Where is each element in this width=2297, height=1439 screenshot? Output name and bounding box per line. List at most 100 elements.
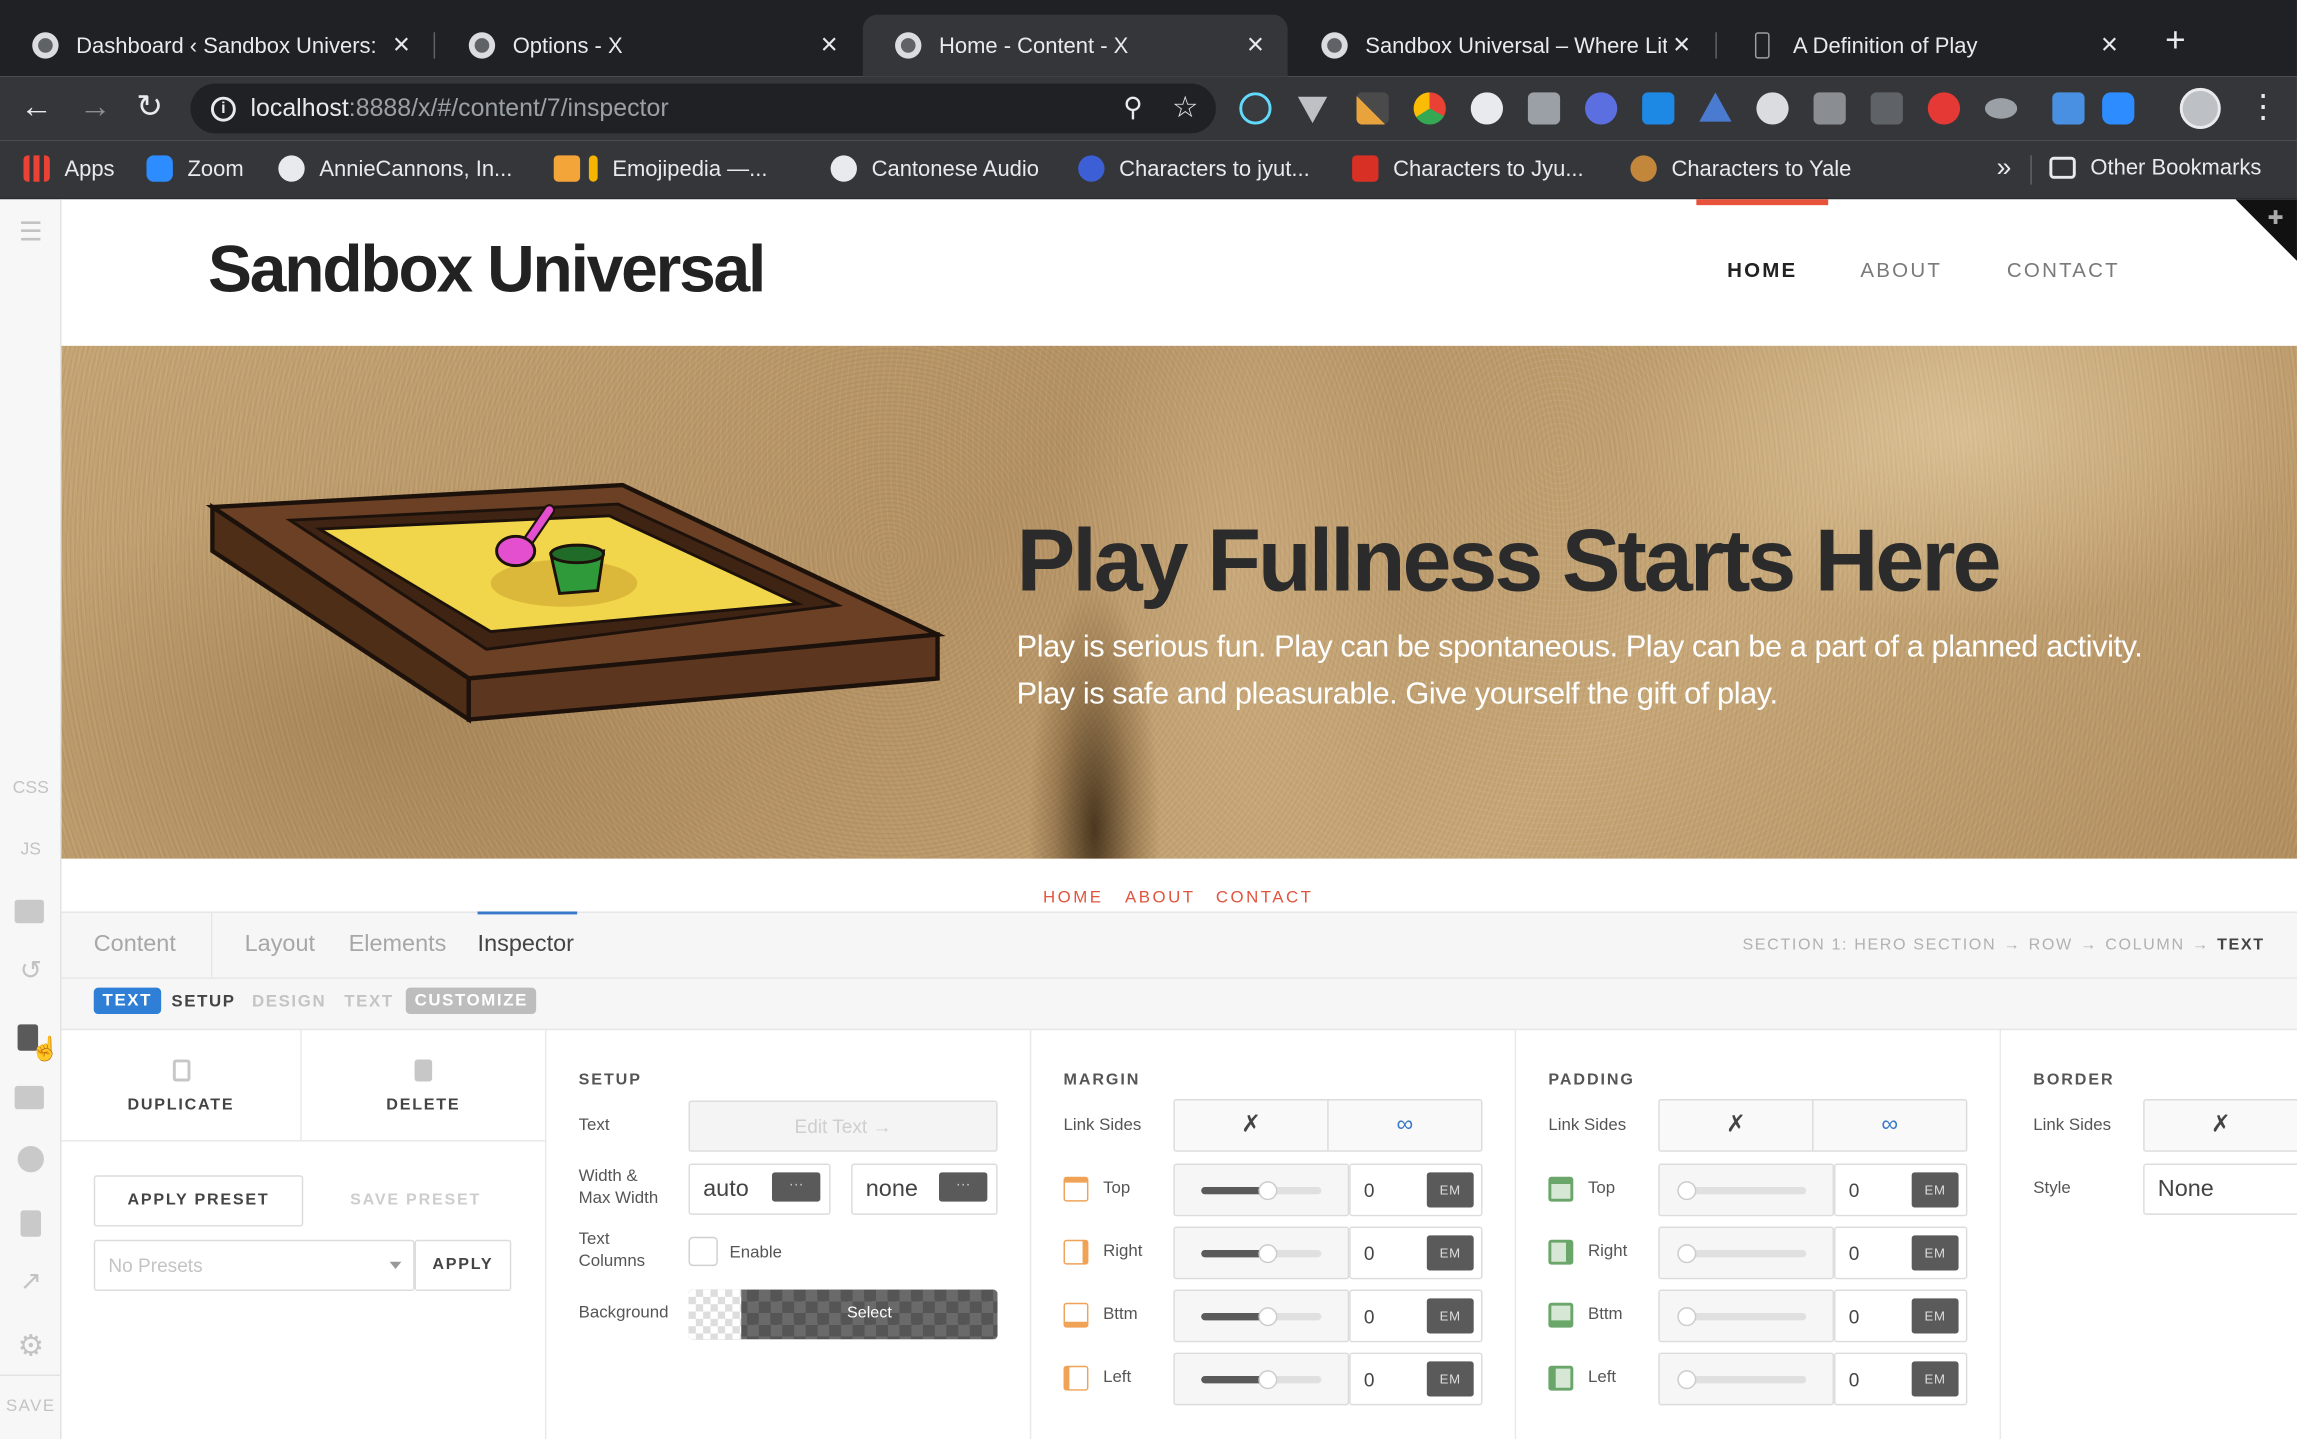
- close-tab-icon[interactable]: ×: [1241, 29, 1270, 63]
- duplicate-button[interactable]: DUPLICATE: [62, 1030, 302, 1141]
- max-width-options-button[interactable]: ···: [939, 1172, 988, 1202]
- padding-slider[interactable]: [1658, 1352, 1835, 1406]
- margin-value-input[interactable]: 0 EM: [1349, 1226, 1483, 1280]
- bookmark-apps[interactable]: Apps: [23, 155, 115, 182]
- unit-button[interactable]: EM: [1911, 1172, 1959, 1208]
- extension-icon[interactable]: [1756, 92, 1789, 125]
- layout-icon[interactable]: [20, 1210, 42, 1237]
- save-preset-button[interactable]: SAVE PRESET: [350, 1191, 481, 1209]
- more-bookmarks-chevron-icon[interactable]: »: [1997, 152, 2012, 183]
- tab-elements[interactable]: Elements: [349, 932, 447, 958]
- site-logo-title[interactable]: Sandbox Universal: [208, 232, 766, 308]
- bookmark-cantonese-audio[interactable]: Cantonese Audio: [830, 155, 1039, 182]
- slider-handle[interactable]: [1258, 1181, 1278, 1201]
- margin-value-input[interactable]: 0 EM: [1349, 1352, 1483, 1406]
- slider-handle[interactable]: [1677, 1370, 1697, 1390]
- bookmark-star-icon[interactable]: ☆: [1172, 89, 1198, 126]
- delete-button[interactable]: DELETE: [302, 1030, 545, 1140]
- slider-handle[interactable]: [1258, 1307, 1278, 1327]
- comments-icon[interactable]: [14, 899, 44, 924]
- margin-slider[interactable]: [1173, 1226, 1350, 1280]
- unlink-icon[interactable]: ✗: [2145, 1101, 2297, 1151]
- bookmark-emojipedia[interactable]: Emojipedia —...: [553, 155, 767, 182]
- nav-contact[interactable]: CONTACT: [2007, 258, 2120, 281]
- close-tab-icon[interactable]: ×: [814, 29, 843, 63]
- width-options-button[interactable]: ···: [772, 1172, 821, 1202]
- tab-layout[interactable]: Layout: [245, 932, 315, 958]
- circle-icon[interactable]: [17, 1145, 44, 1173]
- padding-slider[interactable]: [1658, 1289, 1835, 1343]
- unit-button[interactable]: EM: [1911, 1298, 1959, 1334]
- background-select-button[interactable]: Select: [688, 1289, 998, 1340]
- settings-gear-icon[interactable]: ⚙: [0, 1328, 62, 1365]
- hero-section[interactable]: Play Fullness Starts Here Play is seriou…: [61, 345, 2297, 859]
- breadcrumb-row[interactable]: ROW: [2029, 936, 2073, 954]
- subtab-design[interactable]: DESIGN: [252, 994, 326, 1012]
- eye-extension-icon[interactable]: [1984, 98, 2018, 119]
- close-tab-icon[interactable]: ×: [1667, 29, 1696, 63]
- profile-avatar[interactable]: [2179, 87, 2221, 129]
- subtab-setup[interactable]: SETUP: [171, 994, 235, 1012]
- presets-select[interactable]: No Presets: [93, 1239, 415, 1292]
- padding-slider[interactable]: [1658, 1163, 1835, 1217]
- apply-button[interactable]: APPLY: [414, 1239, 512, 1292]
- margin-value-input[interactable]: 0 EM: [1349, 1289, 1483, 1343]
- unit-button[interactable]: EM: [1426, 1172, 1474, 1208]
- max-width-input[interactable]: none ···: [851, 1163, 998, 1215]
- tab-sandbox-universal[interactable]: Sandbox Universal – Where Lit ×: [1289, 15, 1714, 77]
- tab-definition-of-play[interactable]: A Definition of Play ×: [1717, 15, 2142, 77]
- slider-handle[interactable]: [1258, 1370, 1278, 1390]
- padding-value-input[interactable]: 0 EM: [1834, 1289, 1968, 1343]
- nav-home[interactable]: HOME: [1727, 258, 1797, 281]
- nav-about[interactable]: ABOUT: [1860, 258, 1942, 281]
- unit-button[interactable]: EM: [1426, 1361, 1474, 1397]
- margin-value-input[interactable]: 0 EM: [1349, 1163, 1483, 1217]
- headings-extension-icon[interactable]: [1527, 92, 1561, 125]
- color-picker-extension-icon[interactable]: [1356, 92, 1389, 125]
- unit-button[interactable]: EM: [1911, 1235, 1959, 1271]
- subtab-customize[interactable]: CUSTOMIZE: [405, 987, 537, 1015]
- unit-button[interactable]: EM: [1911, 1361, 1959, 1397]
- css-button[interactable]: CSS: [0, 777, 62, 798]
- breadcrumb-section[interactable]: SECTION 1: HERO SECTION: [1742, 936, 1996, 954]
- width-input[interactable]: auto ···: [688, 1163, 831, 1215]
- slider-handle[interactable]: [1677, 1307, 1697, 1327]
- unit-button[interactable]: EM: [1426, 1298, 1474, 1334]
- padding-value-input[interactable]: 0 EM: [1834, 1163, 1968, 1217]
- pages-icon[interactable]: [14, 1085, 44, 1110]
- footer-nav-home[interactable]: HOME: [1043, 889, 1104, 907]
- extension-icon[interactable]: [1470, 92, 1503, 125]
- save-button[interactable]: SAVE: [0, 1398, 62, 1416]
- padding-value-input[interactable]: 0 EM: [1834, 1352, 1968, 1406]
- bookmark-characters-to-jyu[interactable]: Characters to Jyu...: [1352, 155, 1584, 182]
- extension-icon[interactable]: [1813, 92, 1846, 125]
- hero-text[interactable]: Play is serious fun. Play can be spontan…: [1017, 624, 2160, 718]
- subtab-text[interactable]: TEXT: [344, 994, 394, 1012]
- external-link-icon[interactable]: ↗: [0, 1266, 62, 1297]
- browser-menu-icon[interactable]: ⋮: [2247, 88, 2279, 126]
- new-tab-button[interactable]: +: [2165, 21, 2186, 62]
- tab-home-content[interactable]: Home - Content - X ×: [862, 14, 1288, 77]
- menu-icon[interactable]: ☰: [0, 217, 62, 248]
- add-icon[interactable]: ✚: [2268, 207, 2284, 230]
- unlink-icon[interactable]: ✗: [1175, 1100, 1329, 1151]
- bookmark-anniecannons[interactable]: AnnieCannons, In...: [278, 155, 512, 182]
- address-bar[interactable]: i localhost:8888/x/#/content/7/inspector…: [190, 83, 1216, 134]
- forward-arrow-icon[interactable]: →: [79, 88, 111, 126]
- tab-dashboard[interactable]: Dashboard ‹ Sandbox Univers: ×: [0, 15, 434, 77]
- np-extension-icon[interactable]: [1870, 92, 1903, 125]
- triangle-extension-icon[interactable]: [1699, 92, 1732, 122]
- unlink-icon[interactable]: ✗: [1660, 1100, 1814, 1151]
- bookmark-characters-to-jyut[interactable]: Characters to jyut...: [1078, 155, 1310, 182]
- apply-preset-button[interactable]: APPLY PRESET: [93, 1175, 304, 1227]
- border-style-select[interactable]: None: [2143, 1163, 2297, 1215]
- reload-icon[interactable]: ↻: [136, 88, 163, 126]
- padding-slider[interactable]: [1658, 1226, 1835, 1280]
- link-icon[interactable]: ∞: [1814, 1101, 1966, 1151]
- bookmark-other-bookmarks[interactable]: Other Bookmarks: [2049, 155, 2261, 180]
- slider-handle[interactable]: [1677, 1181, 1697, 1201]
- link-icon[interactable]: ∞: [1329, 1101, 1481, 1151]
- chrome-extension-icon[interactable]: [1413, 92, 1446, 125]
- padding-value-input[interactable]: 0 EM: [1834, 1226, 1968, 1280]
- margin-slider[interactable]: [1173, 1289, 1350, 1343]
